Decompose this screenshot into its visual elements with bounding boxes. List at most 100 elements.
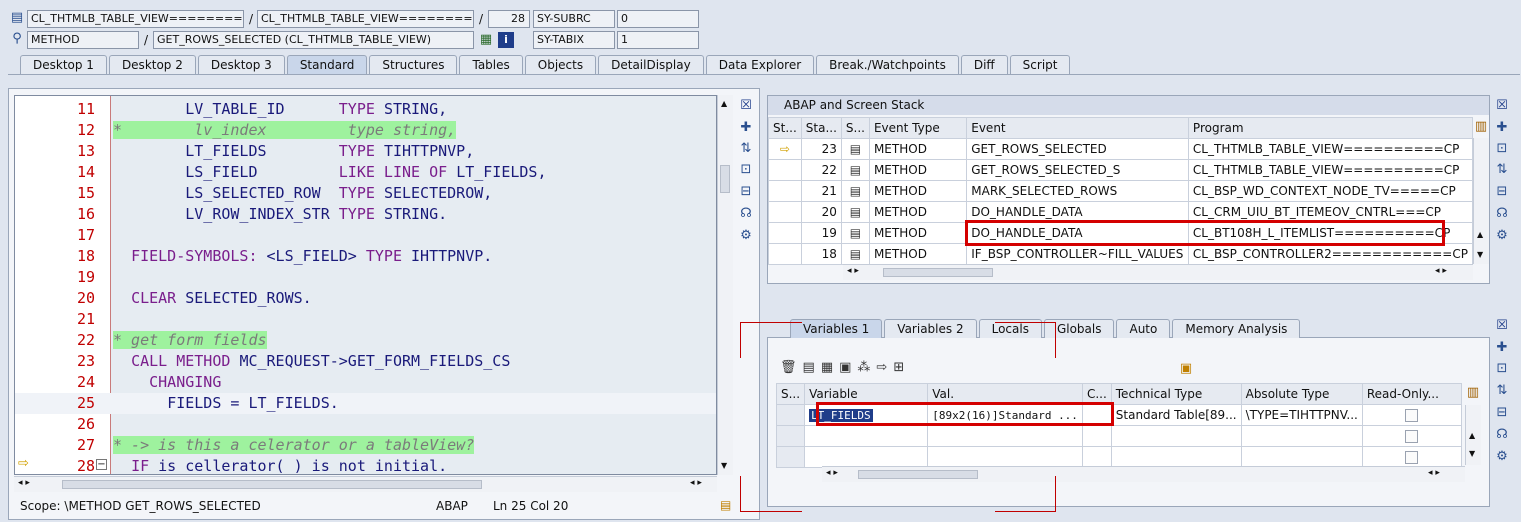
layout-icon[interactable]: ⊟ (1493, 183, 1511, 201)
delete-icon[interactable]: 🗑 (780, 360, 803, 375)
vartab-variables-2[interactable]: Variables 2 (884, 319, 977, 338)
stack-column-header[interactable]: Sta... (800, 117, 842, 139)
vartab-memory-analysis[interactable]: Memory Analysis (1172, 319, 1301, 338)
variable-name-cell[interactable] (804, 446, 929, 468)
code-line[interactable]: 20 CLEAR SELECTED_ROWS. (15, 288, 716, 309)
read-only-checkbox[interactable] (1405, 451, 1419, 464)
code-line[interactable]: 14 LS_FIELD LIKE LINE OF LT_FIELDS, (15, 162, 716, 183)
stack-column-header[interactable]: Program (1187, 117, 1474, 139)
tab-desktop-3[interactable]: Desktop 3 (197, 55, 285, 74)
variable-row[interactable] (775, 425, 1463, 447)
services-icon[interactable]: ⚙ (1493, 448, 1511, 466)
row-selector-cell[interactable] (775, 425, 806, 447)
headset-icon[interactable]: ☊ (1493, 205, 1511, 223)
vartab-variables-1[interactable]: Variables 1 (790, 319, 883, 338)
code-line[interactable]: 15 LS_SELECTED_ROW TYPE SELECTEDROW, (15, 183, 716, 204)
column-layout-icon[interactable]: ▥ (1473, 119, 1489, 135)
navigate-icon[interactable]: ⇨ (876, 360, 893, 375)
tab-structures[interactable]: Structures (369, 55, 458, 74)
editor-vertical-scrollbar[interactable]: ▲ ▼ (717, 95, 733, 475)
maximize-icon[interactable]: ⊡ (1493, 140, 1511, 158)
fold-toggle-icon[interactable]: − (96, 459, 107, 470)
code-line[interactable]: 12 * lv_index type string, (15, 120, 716, 141)
code-line[interactable]: 23 CALL METHOD MC_REQUEST->GET_FORM_FIEL… (15, 351, 716, 372)
code-line[interactable]: 26 (15, 414, 716, 435)
stack-horizontal-scrollbar[interactable]: ◂ ▸ ◂ ▸ (843, 264, 1473, 280)
stack-row[interactable]: 21 ▤ METHOD MARK_SELECTED_ROWS CL_BSP_WD_CON… (768, 180, 1474, 202)
stack-row[interactable]: ⇨ 23 ▤ METHOD GET_ROWS_SELECTED CL_THTMLB_TAB… (768, 138, 1474, 160)
headset-icon[interactable]: ☊ (1493, 426, 1511, 444)
tab-tables[interactable]: Tables (459, 55, 523, 74)
stack-column-header[interactable]: S... (840, 117, 870, 139)
stack-vertical-scrollbar[interactable]: ▲ ▼ (1473, 138, 1489, 264)
tab-desktop-2[interactable]: Desktop 2 (108, 55, 196, 74)
new-tool-icon[interactable]: ✚ (1493, 119, 1511, 137)
notes-icon[interactable]: ▤ (720, 498, 731, 512)
code-line[interactable]: 21 (15, 309, 716, 330)
close-icon[interactable]: ☒ (737, 97, 755, 115)
swap-tool-icon[interactable]: ⇅ (1493, 382, 1511, 400)
maximize-icon[interactable]: ⊡ (1493, 360, 1511, 378)
tab-data-explorer[interactable]: Data Explorer (705, 55, 815, 74)
variables-column-header[interactable]: Technical Type (1110, 383, 1242, 405)
stack-row[interactable]: 18 ▤ METHOD IF_BSP_CONTROLLER~FILL_VALUES CL… (768, 243, 1474, 265)
code-line[interactable]: 25 FIELDS = LT_FIELDS. (15, 393, 716, 414)
maximize-icon[interactable]: ⊡ (737, 161, 755, 179)
insert-icon[interactable]: ▤ (803, 360, 821, 375)
read-only-cell[interactable] (1361, 404, 1463, 426)
editor-horizontal-scrollbar[interactable]: ◂ ▸ ◂ ▸ (14, 476, 717, 492)
services-icon[interactable]: ⚙ (737, 227, 755, 245)
vars-vertical-scrollbar[interactable]: ▲ ▼ (1465, 405, 1481, 465)
layout-icon[interactable]: ⊟ (737, 183, 755, 201)
source-code-editor[interactable]: 11 LV_TABLE_ID TYPE STRING, 12 * lv_index … (14, 95, 717, 475)
info-icon[interactable]: i (498, 32, 514, 48)
new-tool-icon[interactable]: ✚ (737, 119, 755, 137)
calculator-icon[interactable]: ▦ (478, 32, 494, 48)
column-layout-icon[interactable]: ▥ (1465, 385, 1481, 401)
stack-column-header[interactable]: Event Type (868, 117, 968, 139)
read-only-checkbox[interactable] (1405, 430, 1419, 443)
code-line[interactable]: 28 IF is_cellerator( ) is not initial. (15, 456, 716, 474)
stack-row[interactable]: 22 ▤ METHOD GET_ROWS_SELECTED_S CL_THTMLB_TA… (768, 159, 1474, 181)
read-only-cell[interactable] (1361, 446, 1463, 468)
tree-icon[interactable]: ⁂ (857, 360, 876, 375)
close-icon[interactable]: ☒ (1493, 317, 1511, 335)
swap-tool-icon[interactable]: ⇅ (1493, 161, 1511, 179)
new-tool-icon[interactable]: ✚ (1493, 339, 1511, 357)
code-line[interactable]: 18 FIELD-SYMBOLS: <LS_FIELD> TYPE IHTTPN… (15, 246, 716, 267)
stack-column-header[interactable]: Event (966, 117, 1189, 139)
tab-desktop-1[interactable]: Desktop 1 (20, 55, 107, 74)
tab-diff[interactable]: Diff (960, 55, 1008, 74)
code-line[interactable]: 11 LV_TABLE_ID TYPE STRING, (15, 99, 716, 120)
layout-icon[interactable]: ⊟ (1493, 404, 1511, 422)
code-line[interactable]: 27 * -> is this a celerator or a tableVie… (15, 435, 716, 456)
tab-standard[interactable]: Standard (286, 55, 368, 74)
vartab-auto[interactable]: Auto (1116, 319, 1171, 338)
folder-icon[interactable]: ⊞ (893, 360, 910, 375)
tab-break-watchpoints[interactable]: Break./Watchpoints (816, 55, 959, 74)
variable-row[interactable] (775, 446, 1463, 468)
tab-script[interactable]: Script (1009, 55, 1071, 74)
vars-horizontal-scrollbar[interactable]: ◂ ▸ ◂ ▸ (822, 466, 1465, 482)
code-line[interactable]: 22 * get form fields (15, 330, 716, 351)
table-icon[interactable]: ▦ (821, 360, 839, 375)
code-line[interactable]: 16 LV_ROW_INDEX_STR TYPE STRING. (15, 204, 716, 225)
read-only-checkbox[interactable] (1405, 409, 1419, 422)
code-line[interactable]: 24 CHANGING (15, 372, 716, 393)
swap-tool-icon[interactable]: ⇅ (737, 140, 755, 158)
close-icon[interactable]: ☒ (1493, 97, 1511, 115)
code-line[interactable]: 17 (15, 225, 716, 246)
variable-name-cell[interactable] (804, 425, 929, 447)
headset-icon[interactable]: ☊ (737, 205, 755, 223)
variables-column-header[interactable]: Absolute Type (1240, 383, 1363, 405)
code-line[interactable]: 13 LT_FIELDS TYPE TIHTTPNVP, (15, 141, 716, 162)
copy-icon[interactable]: ▣ (839, 360, 857, 375)
row-selector-cell[interactable] (775, 404, 806, 426)
stack-column-header[interactable]: St... (768, 117, 802, 139)
save-icon[interactable]: ▣ (1178, 361, 1194, 377)
tab-detaildisplay[interactable]: DetailDisplay (598, 55, 704, 74)
row-selector-cell[interactable] (775, 446, 806, 468)
read-only-cell[interactable] (1361, 425, 1463, 447)
tab-objects[interactable]: Objects (524, 55, 597, 74)
code-line[interactable]: 19 (15, 267, 716, 288)
